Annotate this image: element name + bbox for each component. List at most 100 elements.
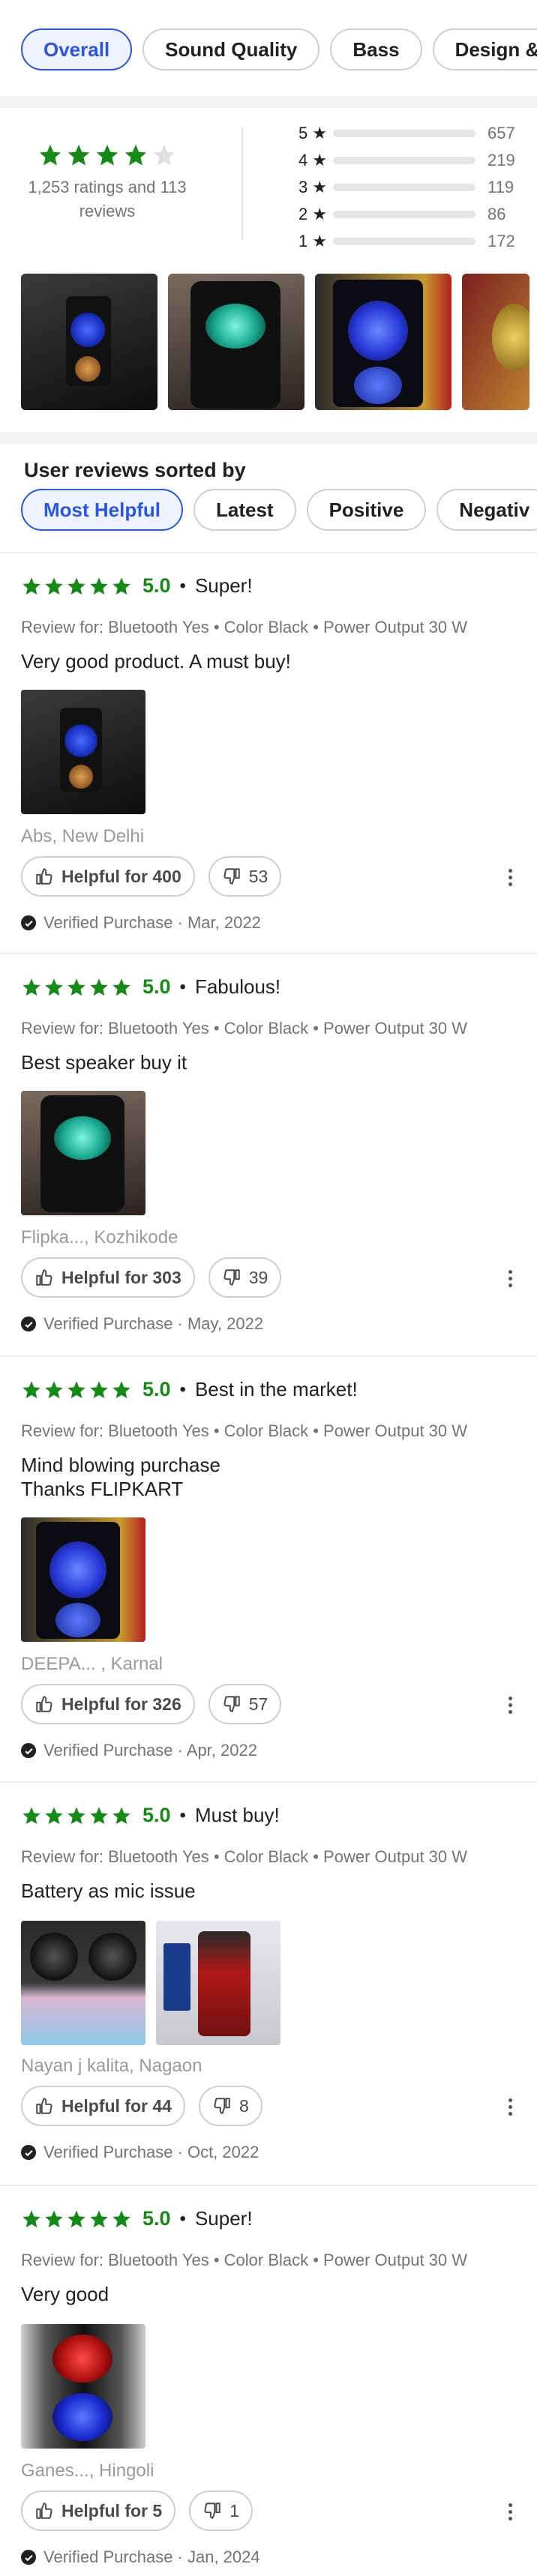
review-text: Battery as mic issue (21, 1880, 196, 1902)
star-icon (44, 977, 64, 998)
star-icon (21, 1379, 42, 1400)
star-icon (111, 1379, 132, 1400)
separator-dot: • (179, 1805, 186, 1826)
review-photo[interactable] (21, 690, 146, 814)
check-icon (21, 1743, 36, 1758)
sort-most-helpful[interactable]: Most Helpful (21, 489, 183, 531)
section-divider (0, 96, 537, 108)
review-photo[interactable] (21, 2324, 146, 2449)
not-helpful-button[interactable]: 1 (189, 2491, 253, 2531)
rating-bar-row: 5 ★ 657 (298, 120, 522, 147)
star-icon (66, 142, 92, 168)
not-helpful-button[interactable]: 8 (198, 2086, 262, 2126)
customer-photo[interactable] (315, 274, 452, 410)
separator-dot: • (179, 2208, 186, 2229)
helpful-button[interactable]: Helpful for 5 (21, 2491, 176, 2531)
review-header: 5.0 • Super! (21, 574, 253, 598)
average-stars (21, 142, 194, 168)
thumbs-up-icon (36, 1696, 52, 1712)
review-title: Must buy! (194, 1804, 280, 1826)
helpful-count: Helpful for 326 (62, 1694, 182, 1714)
review-variant-meta: Review for: Bluetooth Yes • Color Black … (21, 2251, 468, 2269)
more-options-icon[interactable] (501, 1263, 519, 1293)
more-options-icon[interactable] (501, 2497, 519, 2527)
review-author: Nayan j kalita, Nagaon (21, 2056, 202, 2076)
verified-text: Verified Purchase · Mar, 2022 (44, 913, 261, 932)
review-stars (21, 977, 132, 998)
separator-dot: • (179, 575, 186, 596)
customer-photo[interactable] (168, 274, 304, 410)
star-icon (88, 1805, 110, 1826)
more-options-icon[interactable] (501, 862, 519, 892)
review-photo[interactable] (21, 1921, 146, 2045)
helpful-button[interactable]: Helpful for 400 (21, 856, 195, 897)
bar-label: 5 ★ (298, 124, 328, 142)
helpful-count: Helpful for 44 (62, 2095, 172, 2116)
review-score: 5.0 (142, 574, 171, 597)
review-actions: Helpful for 44 8 (21, 2086, 262, 2126)
review-title: Fabulous! (194, 975, 281, 998)
review-title: Super! (194, 574, 253, 597)
customer-photo[interactable] (462, 274, 530, 410)
verified-text: Verified Purchase · May, 2022 (44, 1314, 264, 1333)
tab-overall[interactable]: Overall (21, 28, 133, 70)
rating-bar-row: 1 ★ 172 (298, 228, 522, 255)
not-helpful-count: 53 (248, 866, 268, 886)
sort-negative[interactable]: Negativ (436, 489, 537, 531)
review-actions: Helpful for 400 53 (21, 856, 282, 897)
review-photo[interactable] (21, 1091, 146, 1215)
review-header: 5.0 • Must buy! (21, 1804, 280, 1827)
thumbs-up-icon (36, 1269, 52, 1286)
not-helpful-button[interactable]: 57 (208, 1684, 282, 1724)
helpful-count: Helpful for 303 (62, 1267, 182, 1287)
star-icon (88, 2209, 110, 2230)
not-helpful-button[interactable]: 53 (208, 856, 282, 897)
thumbs-down-icon (224, 1696, 240, 1712)
tab-sound-quality[interactable]: Sound Quality (142, 28, 320, 70)
tab-design[interactable]: Design & (432, 28, 537, 70)
review-variant-meta: Review for: Bluetooth Yes • Color Black … (21, 1019, 468, 1038)
customer-photo[interactable] (21, 274, 158, 410)
review-variant-meta: Review for: Bluetooth Yes • Color Black … (21, 1421, 468, 1440)
review-variant-meta: Review for: Bluetooth Yes • Color Black … (21, 1847, 468, 1866)
star-empty-icon (152, 142, 177, 168)
helpful-button[interactable]: Helpful for 303 (21, 1257, 195, 1298)
review-actions: Helpful for 5 1 (21, 2491, 253, 2531)
sort-latest[interactable]: Latest (194, 489, 296, 531)
star-icon (88, 576, 110, 597)
bar-track (333, 184, 476, 191)
star-icon (44, 2209, 64, 2230)
review-photos (21, 690, 146, 814)
verified-purchase: Verified Purchase · May, 2022 (21, 1314, 263, 1334)
review-author: Ganes..., Hingoli (21, 2461, 154, 2481)
check-icon (21, 1316, 36, 1331)
star-icon (111, 2209, 132, 2230)
star-icon (44, 576, 64, 597)
vertical-divider (242, 127, 243, 240)
tab-bass[interactable]: Bass (330, 28, 422, 70)
review-text: Mind blowing purchase Thanks FLIPKART (21, 1454, 220, 1500)
sort-positive[interactable]: Positive (306, 489, 427, 531)
review-photos (21, 2324, 146, 2449)
bar-label: 4 ★ (298, 151, 328, 169)
aspect-tabs: Overall Sound Quality Bass Design & (0, 28, 537, 70)
review-photos (21, 1091, 146, 1215)
thumbs-up-icon (36, 2503, 52, 2519)
sort-title: User reviews sorted by (24, 459, 246, 481)
review-photo[interactable] (156, 1921, 280, 2045)
helpful-button[interactable]: Helpful for 326 (21, 1684, 195, 1724)
star-icon (21, 1805, 42, 1826)
more-options-icon[interactable] (501, 2092, 519, 2122)
helpful-button[interactable]: Helpful for 44 (21, 2086, 185, 2126)
verified-text: Verified Purchase · Oct, 2022 (44, 2143, 260, 2161)
review-stars (21, 1805, 132, 1826)
check-icon (21, 2550, 36, 2565)
bar-count: 219 (488, 151, 515, 169)
review-stars (21, 576, 132, 597)
review-text: Very good product. A must buy! (21, 650, 291, 672)
not-helpful-button[interactable]: 39 (208, 1257, 282, 1298)
star-icon (66, 2209, 87, 2230)
review-header: 5.0 • Fabulous! (21, 975, 280, 999)
more-options-icon[interactable] (501, 1690, 519, 1720)
review-photo[interactable] (21, 1517, 146, 1642)
